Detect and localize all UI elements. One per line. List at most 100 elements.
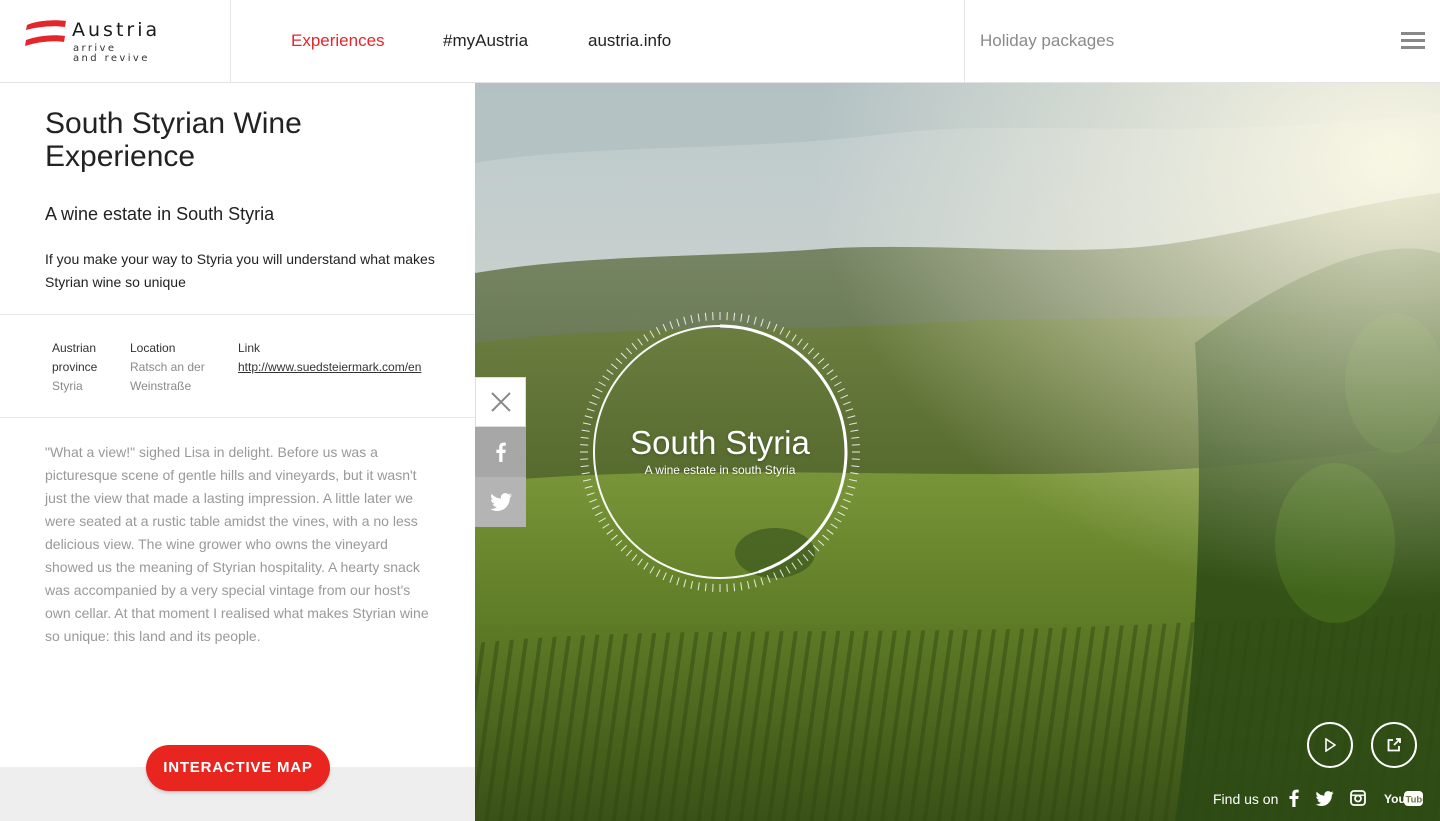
hero-subtitle: A wine estate in south Styria [644,463,796,477]
article-panel: South Styrian Wine Experience A wine est… [0,83,475,821]
location-value-1: Ratsch an der [130,360,205,374]
dial-tick [843,498,851,503]
share-twitter-button[interactable] [475,477,526,527]
dial-tick [791,334,797,342]
dial-tick [598,517,606,523]
location-label: Location [130,341,176,355]
dial-tick [753,579,757,588]
dial-tick [830,375,838,381]
dial-tick [615,539,623,547]
play-icon [1325,738,1336,752]
dial-tick [697,582,700,591]
location-value-2: Weinstraße [130,379,192,393]
hamburger-icon[interactable] [1401,32,1425,50]
dial-tick [683,316,687,325]
dial-tick [817,539,825,547]
dial-tick [826,529,834,535]
interactive-map-button[interactable]: INTERACTIVE MAP [146,745,330,791]
dial-tick [834,517,842,523]
dial-tick [591,394,600,399]
meta-province: Austrian province Styria [52,339,97,396]
dial-tick [807,347,815,355]
dial-tick [586,408,595,412]
dial-tick [637,558,643,566]
share-facebook-button[interactable] [475,427,526,477]
dial-tick [637,338,643,346]
youtube-tube-text: Tube [1406,795,1424,806]
dial-tick [773,572,778,581]
dial-tick [733,583,736,592]
dial-tick [697,313,700,322]
dial-tick [802,554,809,562]
dial-tick [830,523,838,529]
dial-tick [704,583,707,592]
nav-austria-info[interactable]: austria.info [588,31,671,51]
dial-tick [797,558,803,566]
nav-experiences[interactable]: Experiences [291,31,385,51]
brand-tagline-2: and revive [73,53,150,64]
hero-title: South Styria [630,424,810,461]
dial-tick [606,369,614,375]
dial-tick [586,492,595,496]
dial-tick [740,313,743,322]
article-story: "What a view!" sighed Lisa in delight. B… [45,444,429,644]
dial-tick [690,581,694,590]
twitter-icon[interactable] [1315,791,1334,806]
website-link[interactable]: http://www.suedsteiermark.com/en [238,360,421,374]
dial-tick [746,314,750,323]
dial-tick [620,544,628,552]
divider [0,314,475,315]
dial-tick [610,534,618,541]
external-link-icon [1387,738,1401,752]
dial-tick [620,352,628,360]
brand-logo[interactable]: Austria arrive and revive [0,0,231,82]
austria-flag-icon [25,20,66,46]
close-button[interactable] [475,377,526,427]
external-link-button[interactable] [1371,722,1417,768]
dial-tick [822,363,830,370]
dial-tick [822,534,830,541]
dial-tick [584,415,593,419]
dial-tick [625,347,633,355]
play-button[interactable] [1307,722,1353,768]
dial-tick [662,572,667,581]
dial-tick [595,511,603,517]
twitter-icon [489,493,512,511]
nav-divider [964,0,965,82]
meta-link: Link http://www.suedsteiermark.com/en [238,339,424,377]
dial-tick [669,321,674,329]
facebook-icon[interactable] [1289,789,1299,807]
dial-tick [676,318,680,327]
dial-tick [589,498,597,503]
dial-tick [779,569,785,577]
dial-tick [662,323,667,332]
dial-tick [649,330,655,338]
instagram-icon[interactable] [1350,790,1366,806]
dial-tick [582,478,591,482]
dial-tick [602,375,610,381]
youtube-icon[interactable]: You Tube [1384,790,1423,807]
dial-tick [753,316,757,325]
dial-tick [598,381,606,387]
article-intro: If you make your way to Styria you will … [45,251,435,290]
dial-tick [845,492,854,496]
dial-tick [791,562,797,570]
dial-tick [773,323,778,332]
dial-tick [584,485,593,489]
dial-tick [631,554,638,562]
province-value: Styria [52,379,83,393]
dial-tick [589,401,597,406]
dial-tick [733,312,736,321]
dial-tick [760,318,764,327]
dial-tick [840,394,849,399]
dial-tick [837,511,845,517]
dial-tick [631,342,638,350]
site-header: Austria arrive and revive Experiences #m… [0,0,1440,83]
dial-tick [704,312,707,321]
holiday-packages-link[interactable]: Holiday packages [980,31,1114,51]
dial-tick [785,566,791,574]
dial-tick [625,549,633,557]
article-subtitle: A wine estate in South Styria [45,204,275,224]
nav-myaustria[interactable]: #myAustria [443,31,528,51]
brand-title: Austria [72,19,161,41]
